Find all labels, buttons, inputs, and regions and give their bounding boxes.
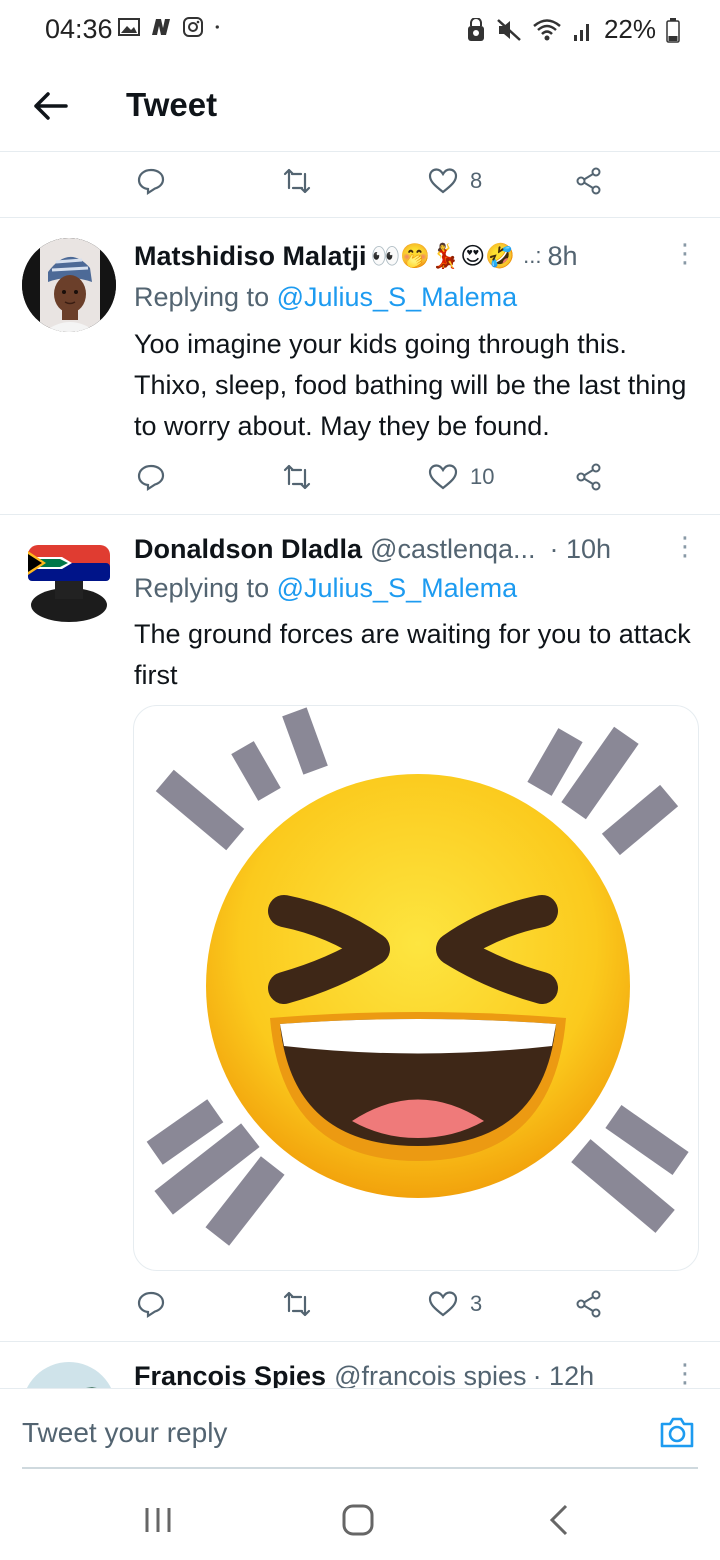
retweet-button[interactable] <box>282 166 312 196</box>
username[interactable]: ..: <box>523 243 541 269</box>
more-options-icon[interactable]: ⋮ <box>672 531 698 562</box>
battery-icon <box>666 17 680 43</box>
mute-icon <box>497 18 521 41</box>
like-button[interactable]: 8 <box>428 166 482 196</box>
retweet-button[interactable] <box>282 1289 312 1319</box>
tweet-time[interactable]: · 12h <box>533 1361 595 1389</box>
more-options-icon[interactable]: ⋮ <box>672 1358 698 1388</box>
display-name[interactable]: Matshidiso Malatji <box>134 241 367 272</box>
tweet-text: Yoo imagine your kids going through this… <box>134 329 687 441</box>
avatar[interactable] <box>22 1362 116 1388</box>
tweet-action-bar: 3 <box>0 1273 720 1337</box>
recycle-lock-icon <box>467 17 484 41</box>
like-count: 3 <box>470 1291 483 1316</box>
tweet-text: The ground forces are waiting for you to… <box>134 619 691 690</box>
reply-button[interactable] <box>136 462 166 492</box>
page-title: Tweet <box>126 86 218 123</box>
share-icon <box>576 1290 601 1318</box>
heart-icon <box>428 1291 458 1317</box>
like-button[interactable]: 3 <box>428 1289 482 1319</box>
avatar-flag-popsocket <box>22 537 116 631</box>
share-button[interactable] <box>574 1289 604 1319</box>
battery-percent: 22% <box>603 14 656 44</box>
reply-button[interactable] <box>136 166 166 196</box>
name-emojis: 👀🤭💃😍🤣 <box>370 242 516 270</box>
avatar[interactable] <box>22 238 116 332</box>
status-time: 04:36 <box>45 14 113 44</box>
instagram-icon <box>183 17 203 37</box>
like-count: 8 <box>470 168 483 193</box>
retweet-icon <box>283 168 311 194</box>
dot-icon <box>215 25 219 29</box>
news-icon <box>152 19 170 35</box>
camera-icon[interactable] <box>658 1413 696 1451</box>
replying-to: Replying to @Julius_S_Malema <box>134 282 517 313</box>
back-arrow-icon[interactable] <box>30 86 70 126</box>
tweet-action-bar: 10 <box>0 446 720 510</box>
signal-icon <box>573 23 589 41</box>
heart-icon <box>428 168 458 194</box>
tweet-action-bar: 8 <box>0 150 720 214</box>
avatar[interactable] <box>22 537 116 631</box>
wifi-icon <box>533 18 561 40</box>
tweet-header: Donaldson Dladla @castlenqa... · 10h ⋮ <box>134 531 700 567</box>
input-underline <box>22 1467 698 1469</box>
retweet-button[interactable] <box>282 462 312 492</box>
top-app-bar: Tweet <box>0 60 720 152</box>
reply-icon <box>137 1291 165 1319</box>
back-nav-icon[interactable] <box>540 1502 580 1538</box>
more-options-icon[interactable]: ⋮ <box>672 238 698 269</box>
laughing-emoji-image <box>146 707 689 1246</box>
mention-link[interactable]: @Julius_S_Malema <box>277 573 518 603</box>
tweet-time[interactable]: · 10h <box>550 534 612 565</box>
avatar-photo <box>22 238 116 332</box>
status-bar: 04:36 22% <box>0 0 720 60</box>
mention-link[interactable]: @Julius_S_Malema <box>277 282 518 312</box>
avatar-landscape <box>22 1362 116 1388</box>
reply-tweet[interactable]: Francois Spies @francois spies · 12h ⋮ <box>0 1342 720 1388</box>
like-button[interactable]: 10 <box>428 462 494 492</box>
recent-apps-icon[interactable] <box>138 1502 178 1538</box>
reply-icon <box>137 168 165 196</box>
replying-to: Replying to @Julius_S_Malema <box>134 573 517 604</box>
reply-composer: Tweet your reply <box>0 1388 720 1480</box>
share-icon <box>576 463 601 491</box>
tweet-media[interactable] <box>133 705 699 1271</box>
display-name[interactable]: Francois Spies <box>134 1361 326 1389</box>
retweet-icon <box>283 464 311 490</box>
reply-input[interactable]: Tweet your reply <box>22 1417 227 1449</box>
share-button[interactable] <box>574 462 604 492</box>
username[interactable]: @castlenqa... <box>370 534 536 565</box>
system-navigation-bar <box>0 1480 720 1560</box>
like-count: 10 <box>470 464 495 489</box>
gallery-icon <box>118 18 140 36</box>
tweet-header: Francois Spies @francois spies · 12h ⋮ <box>134 1358 700 1388</box>
heart-icon <box>428 464 458 490</box>
share-icon <box>576 167 601 195</box>
home-icon[interactable] <box>338 1502 378 1538</box>
tweet-time[interactable]: 8h <box>547 241 577 272</box>
tweet-header: Matshidiso Malatji 👀🤭💃😍🤣 ..: 8h ⋮ <box>134 238 700 274</box>
reply-icon <box>137 464 165 492</box>
retweet-icon <box>283 1291 311 1317</box>
display-name[interactable]: Donaldson Dladla <box>134 534 362 565</box>
replying-label: Replying to <box>134 573 270 603</box>
reply-button[interactable] <box>136 1289 166 1319</box>
username[interactable]: @francois spies <box>334 1361 526 1389</box>
share-button[interactable] <box>574 166 604 196</box>
reply-tweet[interactable]: Donaldson Dladla @castlenqa... · 10h ⋮ R… <box>0 515 720 1341</box>
replying-label: Replying to <box>134 282 270 312</box>
reply-tweet[interactable]: Matshidiso Malatji 👀🤭💃😍🤣 ..: 8h ⋮ Replyi… <box>0 218 720 514</box>
